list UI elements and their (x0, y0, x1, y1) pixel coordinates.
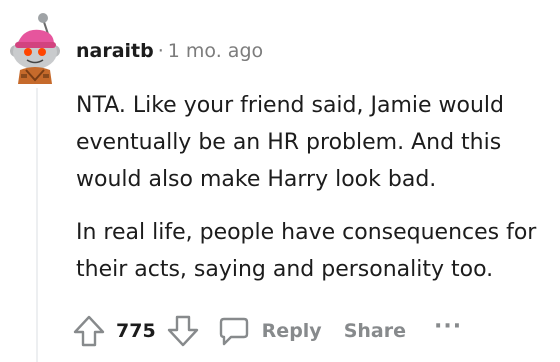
comment-actions: 775 Reply Share ··· (72, 312, 462, 350)
comment-paragraph-2: In real life, people have consequences f… (76, 220, 537, 282)
comment: naraitb · 1 mo. ago NTA. Like your friend … (0, 0, 560, 362)
downvote-icon[interactable] (166, 314, 200, 348)
reply-button[interactable]: Reply (218, 315, 322, 347)
timestamp[interactable]: 1 mo. ago (168, 40, 263, 62)
share-button[interactable]: Share (344, 320, 406, 342)
speech-bubble-icon (218, 315, 250, 347)
thread-line[interactable] (36, 88, 38, 362)
reply-label: Reply (261, 320, 322, 342)
user-avatar[interactable] (4, 8, 62, 88)
more-options-button[interactable]: ··· (434, 314, 462, 339)
vote-count: 775 (116, 320, 156, 342)
comment-body: NTA. Like your friend said, Jamie would … (76, 87, 560, 304)
comment-paragraph-1: NTA. Like your friend said, Jamie would … (76, 93, 505, 192)
separator-dot: · (157, 40, 164, 62)
comment-meta: naraitb · 1 mo. ago (76, 38, 263, 64)
upvote-icon[interactable] (72, 314, 106, 348)
username[interactable]: naraitb (76, 40, 154, 62)
